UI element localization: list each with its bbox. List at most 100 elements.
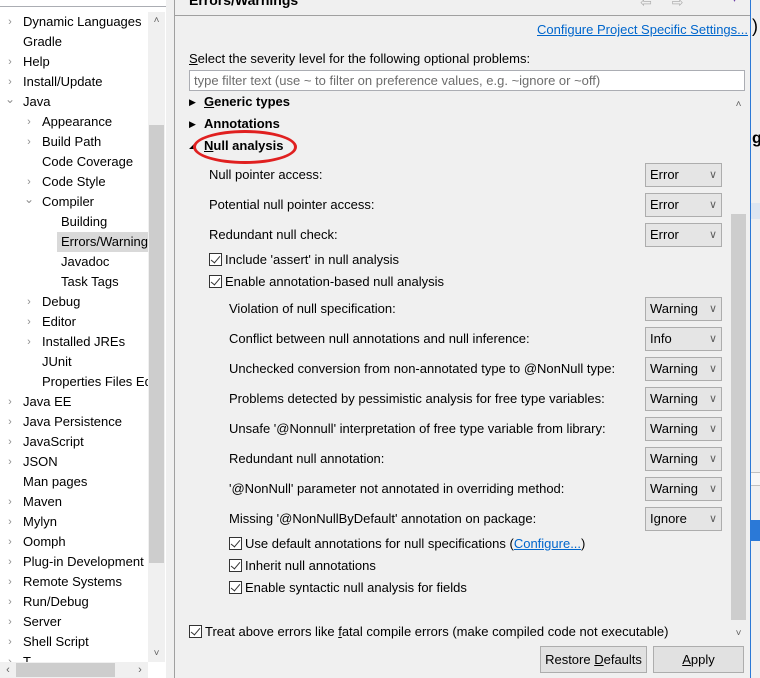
chevron-right-icon[interactable]: ›	[4, 632, 16, 652]
tree-hscroll-thumb[interactable]	[16, 663, 115, 677]
expand-triangle-icon[interactable]: ▶	[189, 92, 204, 112]
tree-vertical-scrollbar[interactable]: ˄ ˅	[148, 12, 165, 662]
section-null-analysis[interactable]: ◢ Null analysis	[189, 136, 283, 156]
chevron-right-icon[interactable]: ›	[4, 12, 16, 32]
collapse-triangle-icon[interactable]: ◢	[189, 136, 204, 156]
tree-item[interactable]: Properties Files Editor	[0, 372, 148, 392]
options-scroll-thumb[interactable]	[731, 214, 746, 620]
tree-item[interactable]: ⌄ Compiler	[0, 192, 148, 212]
tree-item[interactable]: › Appearance	[0, 112, 148, 132]
tree-item[interactable]: ⌄ Java	[0, 92, 148, 112]
fatal-errors-checkbox[interactable]	[189, 625, 202, 638]
section-generic-types[interactable]: ▶ Generic types	[189, 92, 290, 112]
chevron-right-icon[interactable]: ›	[4, 652, 16, 662]
configure-project-settings-link[interactable]: Configure Project Specific Settings...	[537, 22, 748, 37]
tree-item[interactable]: › JSON	[0, 452, 148, 472]
tree-item[interactable]: › Java Persistence	[0, 412, 148, 432]
filter-input[interactable]	[189, 70, 745, 91]
tree-item[interactable]: Man pages	[0, 472, 148, 492]
scroll-up-icon[interactable]: ˄	[730, 96, 747, 113]
severity-dropdown[interactable]: Warning ∨	[645, 417, 722, 441]
tree-filter-field[interactable]	[0, 0, 166, 7]
apply-button[interactable]: Apply	[653, 646, 744, 673]
checkbox[interactable]	[229, 581, 242, 594]
scroll-left-icon[interactable]: ‹	[0, 662, 16, 678]
severity-dropdown[interactable]: Ignore ∨	[645, 507, 722, 531]
chevron-right-icon[interactable]: ›	[4, 572, 16, 592]
back-forward-arrows-icon[interactable]: ⇦⇨	[640, 0, 703, 11]
tree-item[interactable]: JUnit	[0, 352, 148, 372]
view-menu-icon[interactable]: ▾	[732, 0, 737, 5]
checkbox[interactable]	[209, 253, 222, 266]
chevron-right-icon[interactable]: ›	[4, 432, 16, 452]
checkbox-row[interactable]: Inherit null annotations	[229, 556, 376, 576]
tree-scroll-thumb[interactable]	[149, 125, 164, 563]
checkbox-row[interactable]: Include 'assert' in null analysis	[209, 250, 399, 270]
scroll-up-icon[interactable]: ˄	[148, 12, 165, 29]
severity-dropdown[interactable]: Info ∨	[645, 327, 722, 351]
tree-item[interactable]: › Remote Systems	[0, 572, 148, 592]
tree-item[interactable]: › Maven	[0, 492, 148, 512]
severity-dropdown[interactable]: Warning ∨	[645, 387, 722, 411]
chevron-right-icon[interactable]: ›	[4, 532, 16, 552]
tree-item[interactable]: › Shell Script	[0, 632, 148, 652]
checkbox[interactable]	[229, 537, 242, 550]
tree-item[interactable]: › Plug-in Development	[0, 552, 148, 572]
configure-link[interactable]: Configure...	[514, 536, 581, 551]
chevron-right-icon[interactable]: ›	[23, 312, 35, 332]
chevron-right-icon[interactable]: ›	[4, 552, 16, 572]
tree-horizontal-scrollbar[interactable]: ‹ ›	[0, 662, 148, 678]
tree-item[interactable]: Javadoc	[0, 252, 148, 272]
tree-item[interactable]: › Build Path	[0, 132, 148, 152]
chevron-down-icon[interactable]: ⌄	[23, 189, 35, 209]
chevron-right-icon[interactable]: ›	[4, 492, 16, 512]
chevron-right-icon[interactable]: ›	[4, 452, 16, 472]
severity-dropdown[interactable]: Error ∨	[645, 193, 722, 217]
tree-item[interactable]: › JavaScript	[0, 432, 148, 452]
tree-item[interactable]: Errors/Warnings	[0, 232, 148, 252]
tree-item[interactable]: › Run/Debug	[0, 592, 148, 612]
checkbox-row[interactable]: Use default annotations for null specifi…	[229, 534, 585, 554]
scroll-down-icon[interactable]: ˅	[148, 645, 165, 662]
severity-dropdown[interactable]: Warning ∨	[645, 447, 722, 471]
tree-item[interactable]: › Install/Update	[0, 72, 148, 92]
tree-item[interactable]: › Server	[0, 612, 148, 632]
chevron-right-icon[interactable]: ›	[23, 112, 35, 132]
chevron-right-icon[interactable]: ›	[4, 412, 16, 432]
tree-item[interactable]: Gradle	[0, 32, 148, 52]
tree-item[interactable]: › Help	[0, 52, 148, 72]
severity-dropdown[interactable]: Error ∨	[645, 223, 722, 247]
severity-dropdown[interactable]: Warning ∨	[645, 297, 722, 321]
checkbox-row[interactable]: Enable syntactic null analysis for field…	[229, 578, 467, 598]
fatal-errors-checkbox-row[interactable]: Treat above errors like fatal compile er…	[189, 622, 668, 642]
section-annotations[interactable]: ▶ Annotations	[189, 114, 280, 134]
restore-defaults-button[interactable]: Restore Defaults	[540, 646, 647, 673]
chevron-right-icon[interactable]: ›	[23, 132, 35, 152]
expand-triangle-icon[interactable]: ▶	[189, 114, 204, 134]
checkbox-row[interactable]: Enable annotation-based null analysis	[209, 272, 444, 292]
severity-dropdown[interactable]: Warning ∨	[645, 477, 722, 501]
options-vertical-scrollbar[interactable]: ˄ ˅	[730, 92, 747, 642]
chevron-right-icon[interactable]: ›	[23, 292, 35, 312]
tree-item[interactable]: › Mylyn	[0, 512, 148, 532]
tree-item[interactable]: › T...	[0, 652, 148, 662]
tree-item[interactable]: › Dynamic Languages	[0, 12, 148, 32]
chevron-right-icon[interactable]: ›	[4, 52, 16, 72]
chevron-right-icon[interactable]: ›	[4, 512, 16, 532]
chevron-right-icon[interactable]: ›	[23, 332, 35, 352]
tree-item[interactable]: Code Coverage	[0, 152, 148, 172]
checkbox[interactable]	[229, 559, 242, 572]
tree-item[interactable]: Building	[0, 212, 148, 232]
severity-dropdown[interactable]: Warning ∨	[645, 357, 722, 381]
tree-item[interactable]: › Debug	[0, 292, 148, 312]
tree-item[interactable]: › Editor	[0, 312, 148, 332]
chevron-right-icon[interactable]: ›	[4, 612, 16, 632]
chevron-right-icon[interactable]: ›	[4, 592, 16, 612]
tree-item[interactable]: › Java EE	[0, 392, 148, 412]
checkbox[interactable]	[209, 275, 222, 288]
chevron-down-icon[interactable]: ⌄	[4, 89, 16, 109]
tree-item[interactable]: › Installed JREs	[0, 332, 148, 352]
tree-item[interactable]: Task Tags	[0, 272, 148, 292]
severity-dropdown[interactable]: Error ∨	[645, 163, 722, 187]
scroll-right-icon[interactable]: ›	[132, 662, 148, 678]
